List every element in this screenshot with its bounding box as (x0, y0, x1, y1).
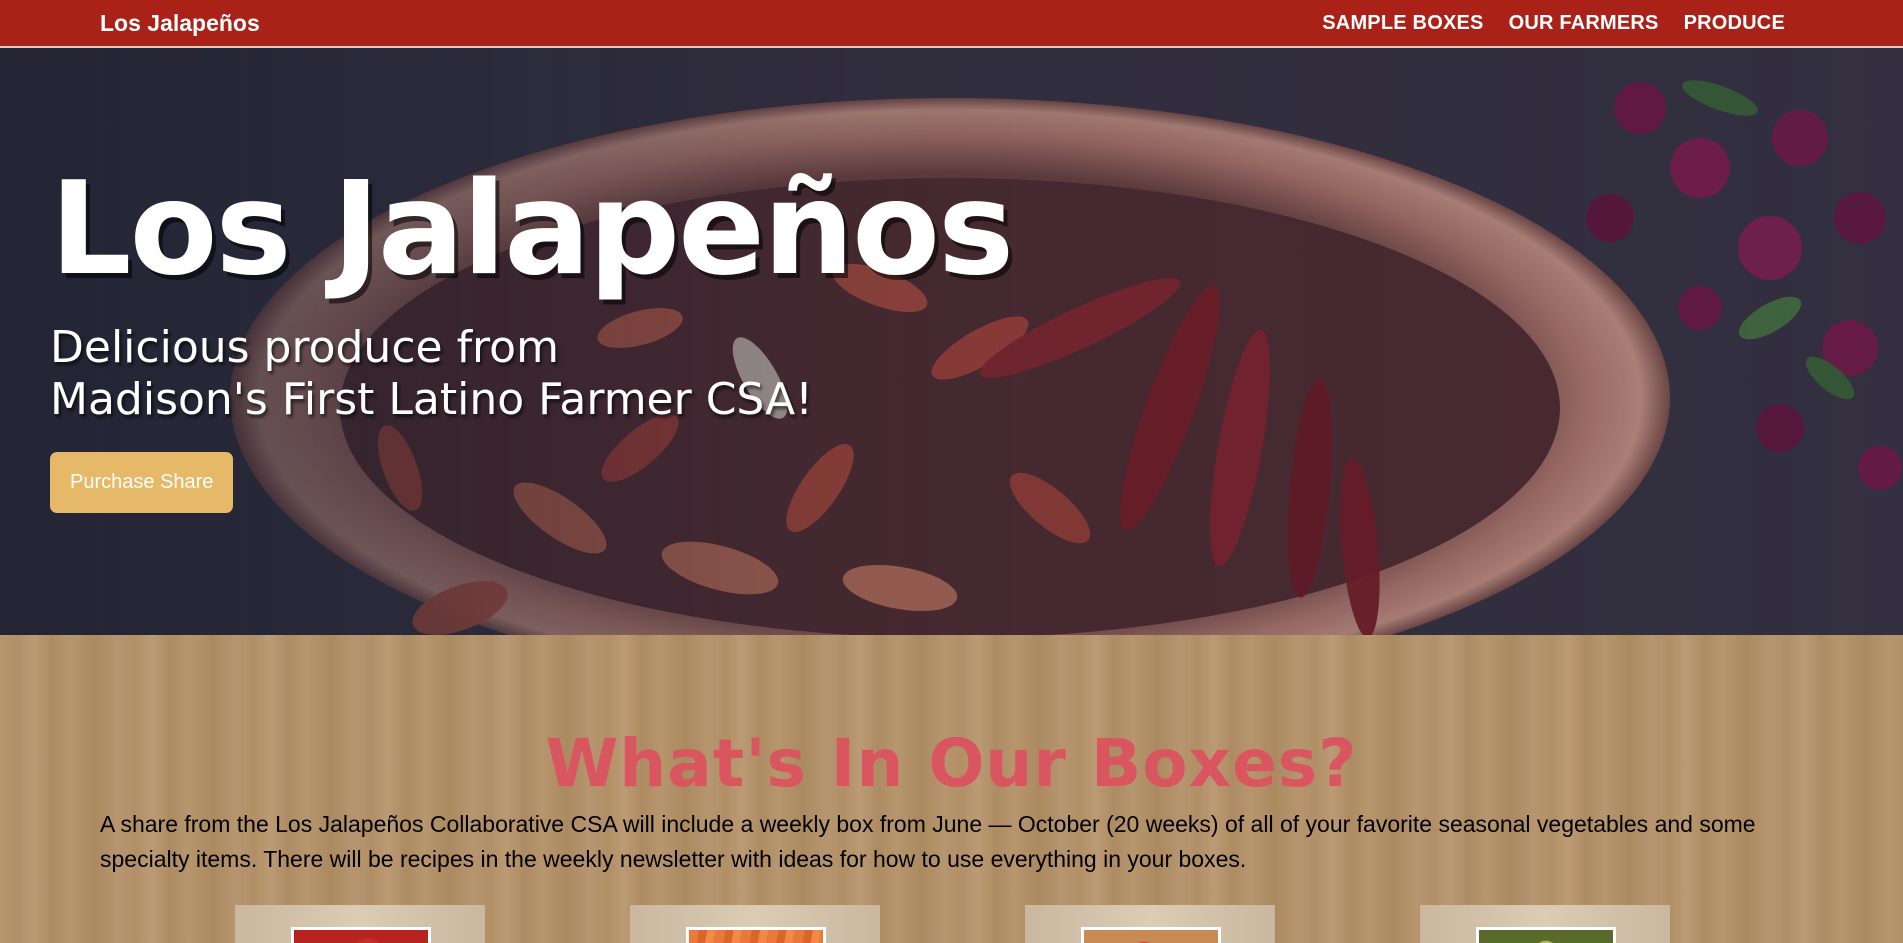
nav-links: SAMPLE BOXES OUR FARMERS PRODUCE (1322, 12, 1785, 35)
carrots-image (686, 927, 826, 943)
hero-title: Los Jalapeños (50, 155, 1014, 304)
boxes-section: What's In Our Boxes? A share from the Lo… (0, 635, 1903, 943)
box-card-strawberries[interactable] (235, 905, 485, 943)
hero-banner: Los Jalapeños Delicious produce from Mad… (0, 48, 1903, 635)
brand-link[interactable]: Los Jalapeños (100, 10, 260, 37)
nav-link-our-farmers[interactable]: OUR FARMERS (1509, 12, 1659, 35)
box-card-tomatillos[interactable] (1420, 905, 1670, 943)
hero-subtitle-line-1: Delicious produce from (50, 322, 559, 373)
mixed-vegetables-image (1081, 927, 1221, 943)
hero-subtitle-line-2: Madison's First Latino Farmer CSA! (50, 374, 813, 425)
nav-link-sample-boxes[interactable]: SAMPLE BOXES (1322, 12, 1483, 35)
strawberries-image (291, 927, 431, 943)
boxes-section-description: A share from the Los Jalapeños Collabora… (100, 811, 1756, 872)
boxes-section-title: What's In Our Boxes? (545, 725, 1358, 802)
tomatillos-image (1476, 927, 1616, 943)
hero-subtitle: Delicious produce from Madison's First L… (50, 322, 1012, 426)
top-navbar: Los Jalapeños SAMPLE BOXES OUR FARMERS P… (0, 0, 1903, 48)
hero-content: Los Jalapeños Delicious produce from Mad… (50, 155, 1014, 513)
box-card-carrots[interactable] (630, 905, 880, 943)
nav-link-produce[interactable]: PRODUCE (1684, 12, 1785, 35)
purchase-share-button[interactable]: Purchase Share (50, 452, 234, 513)
box-card-mixed-vegetables[interactable] (1025, 905, 1275, 943)
